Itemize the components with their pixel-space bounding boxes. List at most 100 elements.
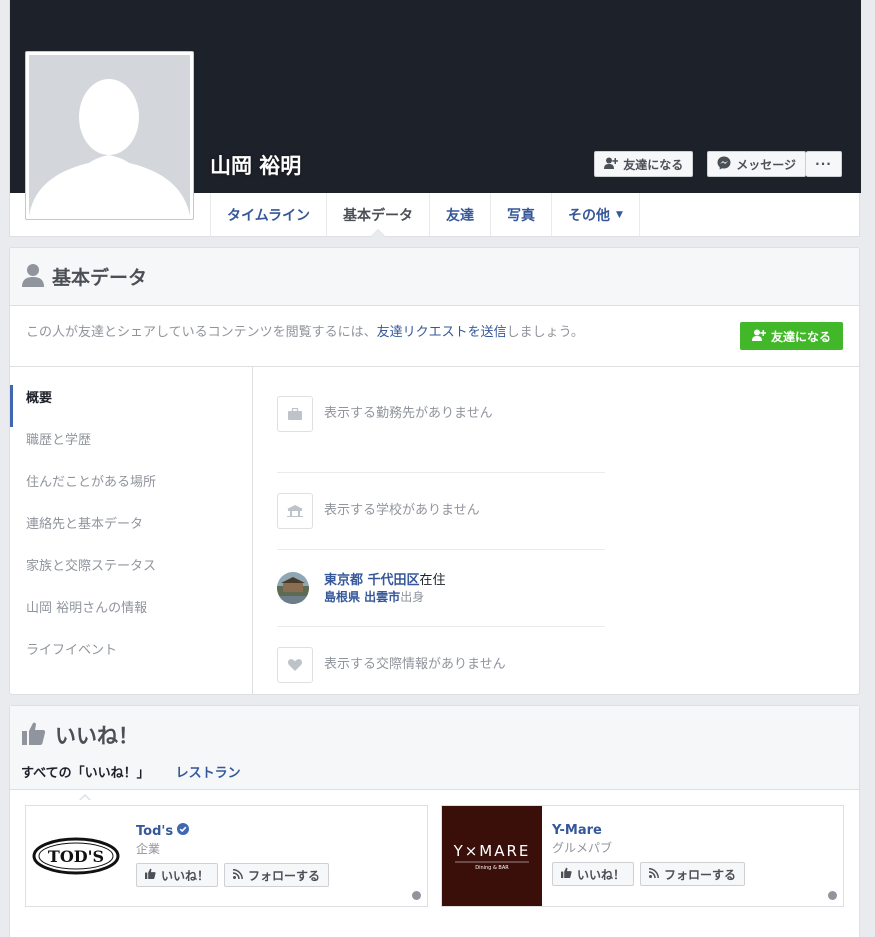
page-name: Y-Mare bbox=[552, 823, 745, 838]
like-label: いいね！ bbox=[161, 868, 210, 883]
about-body: 概要 職歴と学歴 住んだことがある場所 連絡先と基本データ 家族と交際ステータス… bbox=[10, 367, 859, 694]
rss-icon bbox=[232, 868, 243, 882]
page-name-link[interactable]: Tod's bbox=[136, 824, 173, 839]
page-category: 企業 bbox=[136, 842, 161, 856]
place-details: 東京都 千代田区在住 島根県 出雲市出身 bbox=[324, 572, 446, 606]
add-friend-icon bbox=[604, 157, 619, 172]
follow-button[interactable]: フォローする bbox=[640, 862, 746, 886]
no-work-text: 表示する勤務先がありません bbox=[324, 406, 493, 421]
about-header: 基本データ bbox=[10, 248, 859, 306]
cover-actions: 友達になる メッセージ ··· bbox=[594, 151, 842, 177]
page-actions: いいね！ フォローする bbox=[136, 863, 330, 887]
message-label: メッセージ bbox=[736, 157, 796, 172]
caret-down-icon: ▼ bbox=[616, 209, 623, 220]
current-city-suffix: 在住 bbox=[419, 573, 446, 588]
heart-icon bbox=[277, 647, 313, 683]
likes-header: いいね！ すべての「いいね！」 レストラン bbox=[10, 706, 859, 801]
page-info: Y-Mare グルメパブ いいね！ フォローする bbox=[542, 806, 746, 906]
place-thumbnail[interactable] bbox=[277, 572, 309, 604]
likes-tab-restaurants[interactable]: レストラン bbox=[176, 762, 241, 781]
briefcase-icon bbox=[277, 396, 313, 432]
about-nav-family[interactable]: 家族と交際ステータス bbox=[10, 553, 252, 595]
page-info: Tod's 企業 いいね！ フォローする bbox=[126, 806, 330, 906]
about-nav-places[interactable]: 住んだことがある場所 bbox=[10, 469, 252, 511]
follow-label: フォローする bbox=[248, 868, 321, 883]
about-section: 基本データ この人が友達とシェアしているコンテンツを閲覧するには、友達リクエスト… bbox=[9, 247, 860, 695]
likes-section: いいね！ すべての「いいね！」 レストラン TOD'S Tod's 企業 いいね… bbox=[9, 705, 860, 937]
page-name-link[interactable]: Y-Mare bbox=[552, 823, 602, 838]
person-icon bbox=[22, 263, 44, 291]
tab-friends[interactable]: 友達 bbox=[430, 193, 492, 236]
more-options-button[interactable]: ··· bbox=[806, 151, 842, 177]
no-school-text: 表示する学校がありません bbox=[324, 503, 480, 518]
page-actions: いいね！ フォローする bbox=[552, 862, 746, 886]
about-overview: 表示する勤務先がありません 表示する学校がありません 東京都 千代田区在住 島根… bbox=[253, 367, 605, 694]
profile-header: 山岡 裕明 友達になる メッセージ ··· タイムライン 基本データ 友達 写真… bbox=[9, 0, 861, 237]
verified-badge-icon bbox=[177, 823, 190, 839]
relationship-row: 表示する交際情報がありません bbox=[277, 627, 605, 704]
profile-tabs: タイムライン 基本データ 友達 写真 その他 ▼ bbox=[210, 193, 640, 237]
message-button[interactable]: メッセージ bbox=[707, 151, 806, 177]
default-avatar-icon bbox=[29, 55, 190, 216]
send-friend-request-link[interactable]: 友達リクエストを送信 bbox=[377, 325, 507, 340]
globe-icon bbox=[412, 891, 421, 900]
about-nav-details[interactable]: 山岡 裕明さんの情報 bbox=[10, 595, 252, 637]
current-city-line: 東京都 千代田区在住 bbox=[324, 572, 446, 589]
tods-logo[interactable]: TOD'S bbox=[26, 806, 126, 906]
hometown-line: 島根県 出雲市出身 bbox=[324, 589, 446, 606]
follow-label: フォローする bbox=[664, 867, 737, 882]
school-row: 表示する学校がありません bbox=[277, 473, 605, 550]
svg-text:TOD'S: TOD'S bbox=[48, 847, 104, 866]
about-nav-work-education[interactable]: 職歴と学歴 bbox=[10, 427, 252, 469]
page-name: Tod's bbox=[136, 823, 329, 839]
request-suffix: しましょう。 bbox=[506, 324, 584, 340]
messenger-icon bbox=[717, 156, 731, 173]
svg-text:Y×MARE: Y×MARE bbox=[453, 842, 531, 860]
liked-page-card: TOD'S Tod's 企業 いいね！ フォローする bbox=[25, 805, 428, 907]
hometown-suffix: 出身 bbox=[400, 590, 425, 604]
thumbs-up-icon bbox=[22, 721, 46, 749]
current-city-link[interactable]: 東京都 千代田区 bbox=[324, 573, 420, 588]
ymare-logo[interactable]: Y×MARE Dining & BAR bbox=[442, 806, 542, 906]
svg-text:Dining & BAR: Dining & BAR bbox=[475, 865, 509, 871]
like-button[interactable]: いいね！ bbox=[552, 862, 635, 886]
profile-name[interactable]: 山岡 裕明 bbox=[210, 150, 301, 180]
no-relationship-text: 表示する交際情報がありません bbox=[324, 657, 506, 672]
add-friend-button[interactable]: 友達になる bbox=[594, 151, 694, 177]
add-friend-label: 友達になる bbox=[623, 157, 684, 172]
places-row: 東京都 千代田区在住 島根県 出雲市出身 bbox=[277, 550, 605, 627]
work-row: 表示する勤務先がありません bbox=[277, 396, 605, 473]
likes-title: いいね！ bbox=[55, 724, 139, 748]
liked-pages-grid: TOD'S Tod's 企業 いいね！ フォローする Y×MARE Dining… bbox=[25, 805, 844, 907]
likes-tabs: すべての「いいね！」 レストラン bbox=[21, 762, 241, 801]
add-friend-icon bbox=[751, 329, 767, 344]
thumbs-up-icon bbox=[145, 868, 156, 882]
add-friend-green-label: 友達になる bbox=[770, 329, 831, 344]
like-label: いいね！ bbox=[577, 867, 626, 882]
about-nav-contact[interactable]: 連絡先と基本データ bbox=[10, 511, 252, 553]
profile-picture[interactable] bbox=[25, 51, 194, 220]
add-friend-green-button[interactable]: 友達になる bbox=[739, 322, 843, 350]
likes-tab-all[interactable]: すべての「いいね！」 bbox=[21, 762, 150, 801]
follow-button[interactable]: フォローする bbox=[224, 863, 330, 887]
friend-request-bar: この人が友達とシェアしているコンテンツを閲覧するには、友達リクエストを送信しまし… bbox=[10, 306, 859, 367]
tab-more[interactable]: その他 ▼ bbox=[552, 193, 640, 236]
thumbs-up-icon bbox=[561, 867, 572, 881]
tab-about[interactable]: 基本データ bbox=[327, 193, 431, 237]
message-group: メッセージ ··· bbox=[707, 151, 842, 177]
like-button[interactable]: いいね！ bbox=[136, 863, 219, 887]
about-nav: 概要 職歴と学歴 住んだことがある場所 連絡先と基本データ 家族と交際ステータス… bbox=[10, 367, 253, 694]
tab-timeline[interactable]: タイムライン bbox=[211, 193, 328, 236]
request-prefix: この人が友達とシェアしているコンテンツを閲覧するには、 bbox=[26, 324, 377, 340]
globe-icon bbox=[828, 891, 837, 900]
page-category: グルメパブ bbox=[552, 841, 613, 855]
tab-photos[interactable]: 写真 bbox=[491, 193, 553, 236]
tab-more-label: その他 bbox=[568, 207, 611, 224]
hometown-link[interactable]: 島根県 出雲市 bbox=[324, 590, 400, 604]
rss-icon bbox=[648, 867, 659, 881]
friend-request-text: この人が友達とシェアしているコンテンツを閲覧するには、友達リクエストを送信しまし… bbox=[26, 321, 584, 340]
about-nav-overview[interactable]: 概要 bbox=[10, 385, 252, 427]
about-nav-life-events[interactable]: ライフイベント bbox=[10, 637, 252, 679]
school-icon bbox=[277, 493, 313, 529]
liked-page-card: Y×MARE Dining & BAR Y-Mare グルメパブ いいね！ フォロ… bbox=[441, 805, 844, 907]
